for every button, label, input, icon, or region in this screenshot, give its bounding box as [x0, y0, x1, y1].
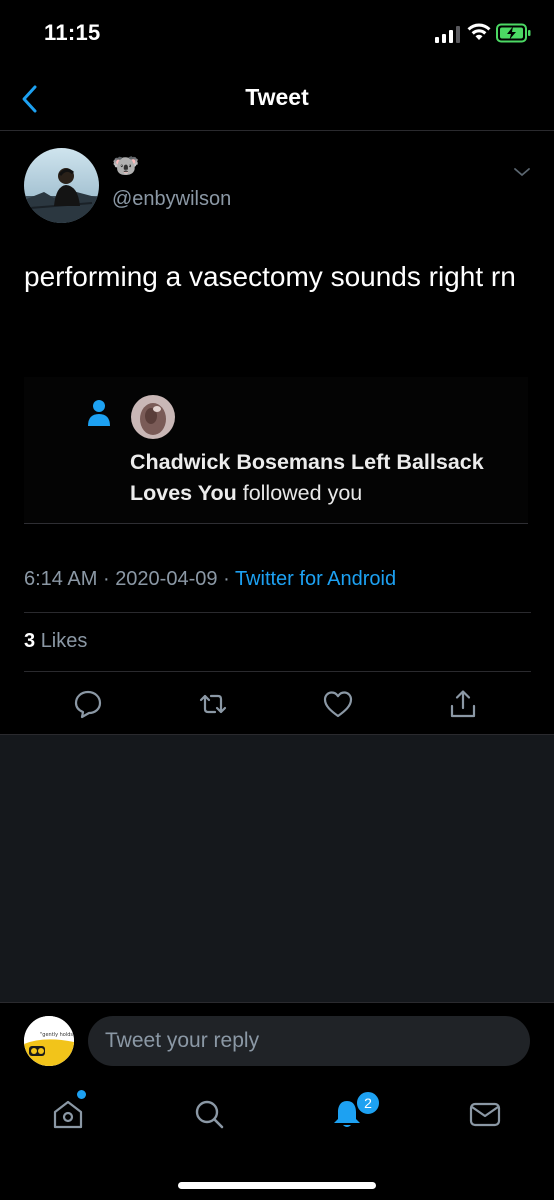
reply-input[interactable]: Tweet your reply	[88, 1016, 530, 1066]
person-icon	[88, 400, 110, 426]
tweet-options-chevron-down-icon[interactable]	[512, 165, 532, 179]
tweet-text: performing a vasectomy sounds right rn	[24, 261, 516, 292]
author-emoji-name: 🐨	[112, 153, 140, 178]
divider	[24, 671, 531, 672]
battery-charging-icon	[496, 23, 531, 43]
notification-count-badge: 2	[355, 1090, 381, 1116]
author-handle[interactable]: @enbywilson	[112, 188, 231, 211]
search-icon[interactable]	[191, 1096, 227, 1132]
tweet-metadata: 6:14 AM · 2020-04-09 · Twitter for Andro…	[24, 568, 396, 591]
messages-icon[interactable]	[467, 1096, 503, 1132]
tweet-time: 6:14 AM	[24, 568, 98, 590]
cellular-signal-icon	[435, 26, 460, 43]
page-title: Tweet	[245, 84, 309, 110]
quoted-screenshot: Chadwick Bosemans Left Ballsack Loves Yo…	[24, 377, 528, 524]
follower-avatar	[131, 395, 175, 439]
tweet-date: 2020-04-09	[115, 568, 218, 590]
user-avatar[interactable]: "gently holds	[24, 1016, 74, 1066]
status-bar: 11:15	[0, 0, 554, 70]
reply-icon[interactable]	[71, 687, 105, 721]
likes-label: Likes	[40, 630, 88, 652]
likes-number: 3	[24, 630, 36, 652]
share-icon[interactable]	[446, 687, 480, 721]
status-time: 11:15	[44, 20, 101, 45]
nav-bar: Tweet	[0, 70, 554, 131]
retweet-icon[interactable]	[196, 687, 230, 721]
notification-action: followed you	[242, 481, 363, 505]
meta-separator: ·	[102, 568, 110, 590]
reply-composer: "gently holds Tweet your reply	[0, 1002, 554, 1081]
meta-separator: ·	[223, 568, 230, 590]
author-avatar[interactable]	[24, 148, 99, 223]
home-icon[interactable]	[50, 1096, 86, 1132]
home-indicator[interactable]	[178, 1182, 376, 1189]
tweet-detail: 🐨 @enbywilson performing a vasectomy sou…	[0, 131, 554, 734]
home-unread-dot	[77, 1090, 86, 1099]
notification-text: Chadwick Bosemans Left Ballsack Loves Yo…	[130, 447, 530, 509]
likes-count[interactable]: 3 Likes	[24, 630, 87, 653]
like-icon[interactable]	[321, 687, 355, 721]
avatar-caption: "gently holds	[40, 1032, 73, 1038]
replies-area	[0, 734, 554, 1003]
wifi-icon	[467, 23, 491, 40]
tweet-source-link[interactable]: Twitter for Android	[235, 568, 396, 590]
divider	[24, 612, 531, 613]
